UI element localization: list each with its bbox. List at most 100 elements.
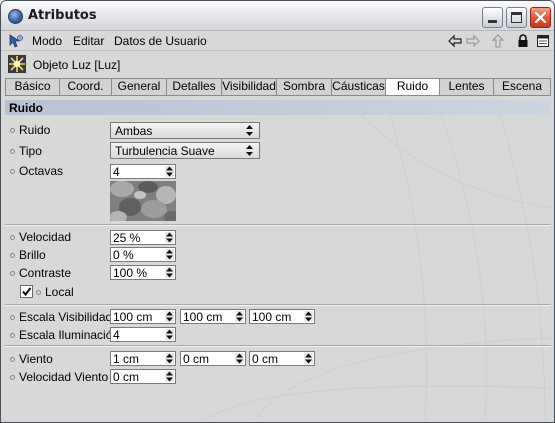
pick-cursor-icon[interactable] (8, 34, 24, 48)
keyframe-dot[interactable] (10, 253, 15, 258)
escala-iluminacion-field[interactable]: 4 (110, 327, 176, 342)
contraste-field[interactable]: 100 % (110, 265, 176, 280)
section-divider (5, 304, 551, 306)
stepper-arrows-icon[interactable] (165, 311, 174, 322)
ruido-dropdown[interactable]: Ambas (110, 122, 260, 139)
octavas-field[interactable]: 4 (110, 164, 176, 179)
minimize-icon (488, 20, 497, 23)
viento-x-field[interactable]: 1 cm (110, 351, 176, 366)
menu-datos-de-usuario[interactable]: Datos de Usuario (114, 34, 207, 48)
tab-coord[interactable]: Coord. (60, 79, 112, 95)
up-arrow-icon[interactable] (491, 34, 505, 48)
tipo-value: Turbulencia Suave (115, 144, 215, 158)
viento-z-field[interactable]: 0 cm (249, 351, 315, 366)
viento-label: Viento (19, 352, 53, 366)
attributes-window: Atributos Modo Editar Datos de Usuario O… (0, 0, 555, 423)
local-checkbox[interactable] (20, 285, 33, 298)
escala-visibilidad-z-value: 100 cm (252, 310, 292, 324)
back-arrow-icon[interactable] (448, 34, 462, 48)
tipo-label: Tipo (19, 144, 42, 158)
keyframe-dot[interactable] (10, 315, 15, 320)
keyframe-dot[interactable] (10, 375, 15, 380)
velocidad-viento-label: Velocidad Viento (19, 370, 109, 384)
escala-visibilidad-y-field[interactable]: 100 cm (180, 309, 246, 324)
stepper-arrows-icon[interactable] (165, 267, 174, 278)
forward-arrow-icon[interactable] (466, 34, 480, 48)
window-title: Atributos (28, 8, 97, 23)
viento-z-value: 0 cm (252, 352, 279, 366)
tab-basico[interactable]: Básico (6, 79, 60, 95)
keyframe-dot[interactable] (10, 169, 15, 174)
brillo-value: 0 % (113, 248, 134, 262)
tab-general[interactable]: General (112, 79, 167, 95)
keyframe-dot[interactable] (10, 149, 15, 154)
brillo-field[interactable]: 0 % (110, 247, 176, 262)
viento-x-value: 1 cm (113, 352, 140, 366)
tab-lentes[interactable]: Lentes (440, 79, 494, 95)
app-sphere-icon (8, 9, 23, 24)
noise-settings-panel: Ruido Ruido Ambas Tipo Turbulencia Suave… (5, 98, 551, 420)
maximize-icon (511, 12, 522, 23)
stepper-arrows-icon[interactable] (165, 371, 174, 382)
keyframe-dot[interactable] (10, 235, 15, 240)
velocidad-viento-field[interactable]: 0 cm (110, 369, 176, 384)
stepper-arrows-icon[interactable] (165, 166, 174, 177)
minimize-button[interactable] (482, 7, 503, 28)
tab-visibilidad[interactable]: Visibilidad (222, 79, 277, 95)
menu-editar[interactable]: Editar (73, 34, 104, 48)
noise-preview-image (110, 181, 176, 221)
stepper-arrows-icon[interactable] (304, 353, 313, 364)
ruido-value: Ambas (115, 124, 153, 138)
title-bar[interactable]: Atributos (1, 1, 554, 31)
stepper-arrows-icon[interactable] (165, 249, 174, 260)
close-button[interactable] (530, 7, 551, 28)
viento-y-field[interactable]: 0 cm (180, 351, 246, 366)
object-label: Objeto Luz [Luz] (33, 58, 121, 72)
escala-visibilidad-z-field[interactable]: 100 cm (249, 309, 315, 324)
stepper-arrows-icon[interactable] (165, 329, 174, 340)
stepper-arrows-icon[interactable] (235, 311, 244, 322)
contraste-label: Contraste (19, 266, 72, 280)
velocidad-viento-value: 0 cm (113, 370, 140, 384)
stepper-arrows-icon[interactable] (165, 232, 174, 243)
section-divider (5, 224, 551, 226)
lock-icon[interactable] (516, 34, 530, 48)
octavas-value: 4 (113, 165, 120, 179)
menu-bar: Modo Editar Datos de Usuario (1, 31, 554, 51)
stepper-arrows-icon[interactable] (235, 353, 244, 364)
escala-iluminacion-value: 4 (113, 328, 120, 342)
escala-visibilidad-label: Escala Visibilidad (19, 310, 113, 324)
dropdown-arrows-icon (246, 125, 253, 136)
new-panel-icon[interactable] (536, 34, 550, 48)
tab-escena[interactable]: Escena (494, 79, 550, 95)
keyframe-dot[interactable] (10, 333, 15, 338)
velocidad-value: 25 % (113, 231, 141, 245)
ruido-label: Ruido (19, 123, 51, 137)
checkmark-icon (22, 287, 32, 297)
keyframe-dot[interactable] (10, 271, 15, 276)
escala-visibilidad-x-field[interactable]: 100 cm (110, 309, 176, 324)
object-line: Objeto Luz [Luz] (1, 53, 554, 75)
light-object-icon (8, 55, 26, 73)
menu-modo[interactable]: Modo (32, 34, 62, 48)
escala-visibilidad-y-value: 100 cm (183, 310, 223, 324)
keyframe-dot[interactable] (10, 357, 15, 362)
keyframe-dot[interactable] (10, 128, 15, 133)
viento-y-value: 0 cm (183, 352, 210, 366)
tipo-dropdown[interactable]: Turbulencia Suave (110, 142, 260, 159)
tab-sombra[interactable]: Sombra (277, 79, 332, 95)
tab-detalles[interactable]: Detalles (167, 79, 222, 95)
contraste-value: 100 % (113, 266, 148, 280)
section-header-ruido: Ruido (5, 100, 551, 115)
velocidad-label: Velocidad (19, 230, 72, 244)
section-divider (5, 345, 551, 347)
tab-ruido[interactable]: Ruido (386, 79, 440, 95)
maximize-button[interactable] (506, 7, 527, 28)
stepper-arrows-icon[interactable] (165, 353, 174, 364)
escala-iluminacion-label: Escala Iluminación (19, 328, 120, 342)
velocidad-field[interactable]: 25 % (110, 230, 176, 245)
section-title: Ruido (9, 101, 43, 115)
tab-causticas[interactable]: Cáusticas (332, 79, 386, 95)
stepper-arrows-icon[interactable] (304, 311, 313, 322)
keyframe-dot[interactable] (36, 290, 41, 295)
